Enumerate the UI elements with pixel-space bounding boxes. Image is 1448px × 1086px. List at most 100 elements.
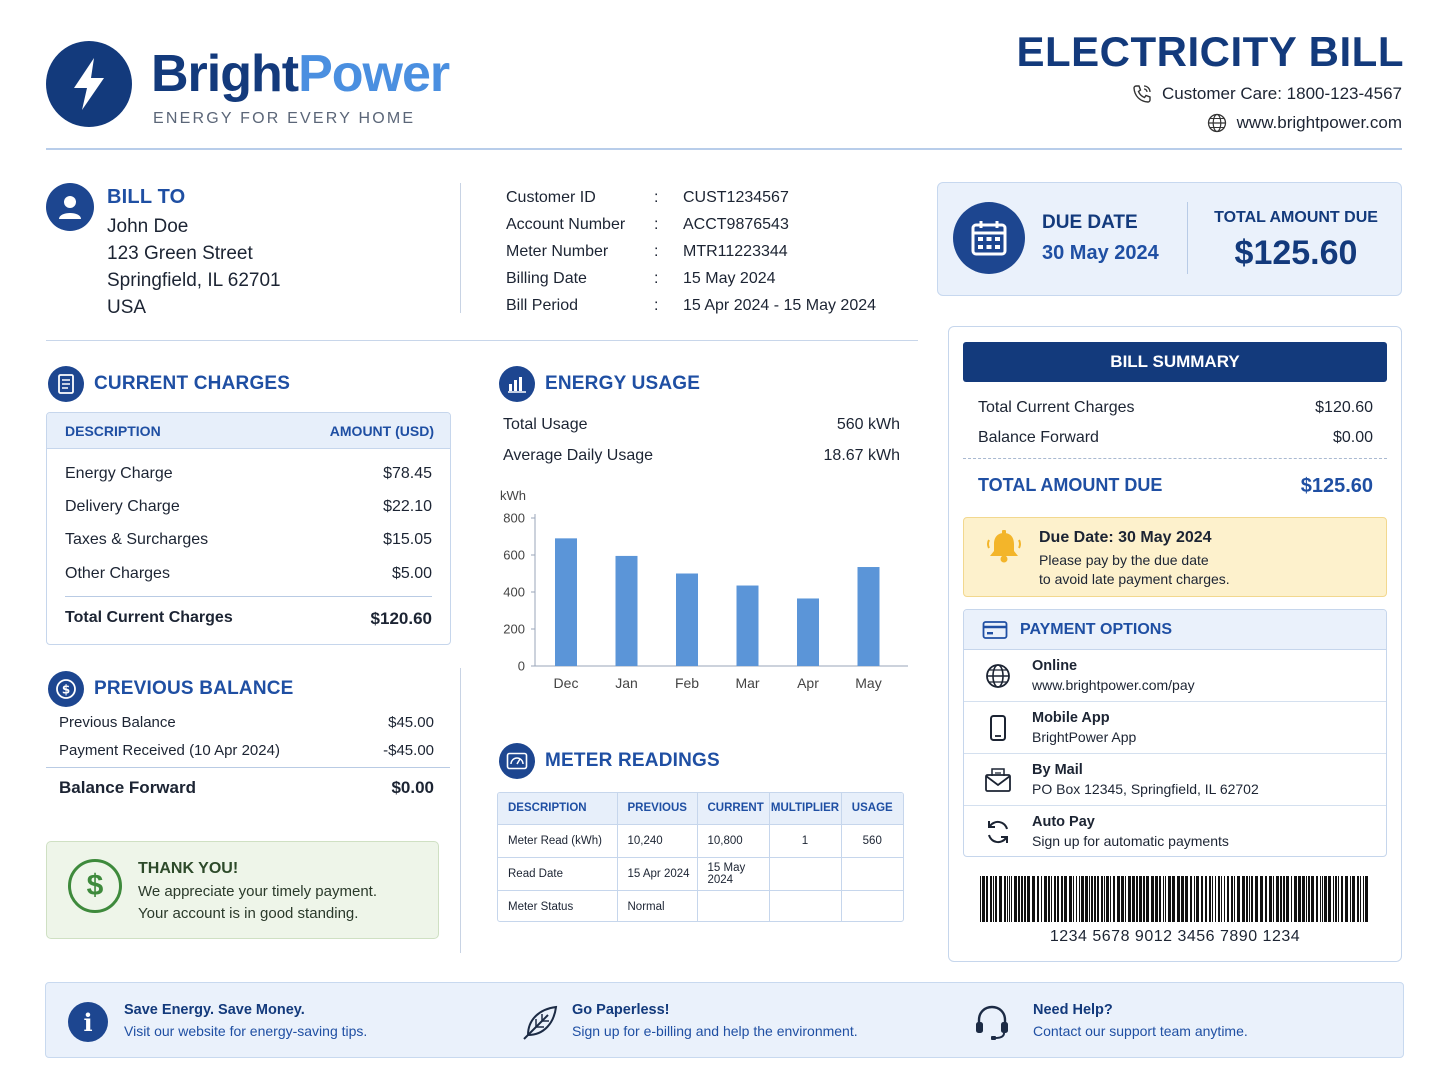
barcode-bar	[1341, 876, 1343, 922]
footer-item-1-title: Save Energy. Save Money.	[124, 1002, 305, 1018]
barcode-bar	[1054, 876, 1056, 922]
barcode-bar	[1106, 876, 1109, 922]
barcode-bar	[1027, 876, 1030, 922]
barcode-bar	[1237, 876, 1240, 922]
meter-cell	[840, 889, 903, 921]
balance-forward-label: Balance Forward	[59, 778, 196, 797]
barcode-bar	[1097, 876, 1099, 922]
barcode-bar	[1298, 876, 1301, 922]
info-icon: i	[68, 1002, 108, 1042]
barcode-bar	[1352, 876, 1355, 922]
balance-divider	[46, 767, 450, 768]
footer-item-1-detail[interactable]: Visit our website for energy-saving tips…	[124, 1023, 367, 1039]
barcode-number: 1234 5678 9012 3456 7890 1234	[1049, 928, 1301, 945]
barcode-bar	[1280, 876, 1282, 922]
charges-total-divider	[65, 596, 432, 597]
barcode-bar	[1194, 876, 1195, 922]
customer-care-text: Customer Care: 1800-123-4567	[1161, 84, 1402, 103]
meter-col-header: USAGE	[840, 793, 903, 825]
bar-may	[857, 567, 880, 666]
barcode-bar	[1168, 876, 1171, 922]
summary-row: Balance Forward $0.00	[978, 423, 1373, 453]
barcode	[980, 876, 1368, 922]
summary-value: $120.60	[1315, 399, 1373, 416]
barcode-bar	[1190, 876, 1192, 922]
barcode-bar	[1155, 876, 1158, 922]
y-tick-label: 800	[503, 511, 525, 526]
y-tick-label: 0	[518, 659, 525, 674]
barcode-bar	[1085, 876, 1088, 922]
credit-card-icon	[982, 620, 1008, 639]
barcode-bar	[1014, 876, 1017, 922]
balance-forward-value: $0.00	[391, 778, 434, 797]
barcode-bar	[1177, 876, 1180, 922]
barcode-bar	[1037, 876, 1039, 922]
person-icon	[59, 196, 81, 219]
phone-icon	[1133, 85, 1151, 103]
payment-option[interactable]: By Mail PO Box 12345, Springfield, IL 627…	[964, 754, 1386, 806]
website[interactable]: www.brightpower.com	[1207, 113, 1402, 133]
coin-icon-badge: $	[48, 671, 84, 707]
col-description: DESCRIPTION	[65, 422, 161, 439]
bar-jan	[615, 555, 638, 666]
bar-chart-icon-badge	[499, 366, 535, 402]
account-label: Billing Date	[506, 270, 587, 287]
charge-value: $78.45	[383, 464, 432, 482]
footer-item-3-detail[interactable]: Contact our support team anytime.	[1033, 1023, 1248, 1039]
payment-options-header: PAYMENT OPTIONS	[964, 610, 1386, 650]
barcode-bar	[1260, 876, 1263, 922]
barcode-bar	[1061, 876, 1063, 922]
barcode-bar	[980, 876, 981, 922]
barcode-bar	[1322, 876, 1323, 922]
charges-table-header: DESCRIPTION AMOUNT (USD)	[47, 413, 450, 449]
barcode-bar	[1224, 876, 1225, 922]
payment-option[interactable]: Mobile App BrightPower App	[964, 702, 1386, 754]
barcode-bar	[1201, 876, 1203, 922]
summary-rows: Total Current Charges $120.60 Balance Forw…	[978, 393, 1373, 453]
summary-value: $0.00	[1332, 429, 1373, 446]
barcode-bar	[999, 876, 1002, 922]
barcode-bar	[1079, 876, 1080, 922]
avg-usage-value: 18.67 kWh	[823, 447, 900, 464]
barcode-bar	[1273, 876, 1274, 922]
barcode-bar	[1091, 876, 1093, 922]
charge-value: $15.05	[383, 531, 432, 549]
bar-chart-icon	[508, 377, 526, 393]
account-label: Bill Period	[506, 297, 579, 314]
barcode-bar	[1276, 876, 1279, 922]
account-row: Billing Date: 15 May 2024	[506, 265, 876, 292]
person-icon-badge	[46, 183, 94, 231]
summary-total-row: TOTAL AMOUNT DUE $125.60	[978, 475, 1373, 498]
meter-row: Meter Read (kWh) 10,240 10,800 1 560	[498, 824, 903, 857]
meter-icon	[506, 752, 528, 770]
payment-option-text: Auto Pay Sign up for automatic payments	[1032, 813, 1229, 851]
footer-item-2-detail[interactable]: Sign up for e-billing and help the envir…	[572, 1023, 858, 1039]
total-due-label: TOTAL AMOUNT DUE	[1214, 209, 1378, 226]
charge-value: $22.10	[383, 498, 432, 516]
account-details: Customer ID: CUST1234567 Account Number: AC…	[506, 184, 876, 319]
payment-option[interactable]: Auto Pay Sign up for automatic payments	[964, 806, 1386, 856]
payment-option[interactable]: Online www.brightpower.com/pay	[964, 650, 1386, 702]
barcode-bar	[1209, 876, 1211, 922]
bar-feb	[676, 573, 698, 666]
barcode-bar	[1151, 876, 1154, 922]
balance-value: $45.00	[388, 713, 434, 731]
barcode-bar	[1246, 876, 1248, 922]
barcode-bar	[1051, 876, 1052, 922]
barcode-bar	[1185, 876, 1188, 922]
brand-name-part2: Power	[298, 45, 450, 103]
y-axis-label: kWh	[500, 488, 526, 503]
summary-total-value: $125.60	[1300, 475, 1373, 497]
globe-icon	[1207, 113, 1226, 133]
account-colon: :	[654, 243, 659, 260]
header-divider	[46, 148, 1402, 150]
barcode-bar	[1069, 876, 1072, 922]
barcode-bar	[1146, 876, 1149, 922]
x-tick-label: Feb	[675, 675, 699, 691]
barcode-bar	[1294, 876, 1297, 922]
account-colon: :	[654, 270, 659, 287]
y-tick-label: 200	[503, 622, 525, 637]
barcode-bar	[1018, 876, 1020, 922]
balance-label: Payment Received (10 Apr 2024)	[59, 741, 280, 759]
account-row: Account Number: ACCT9876543	[506, 211, 876, 238]
